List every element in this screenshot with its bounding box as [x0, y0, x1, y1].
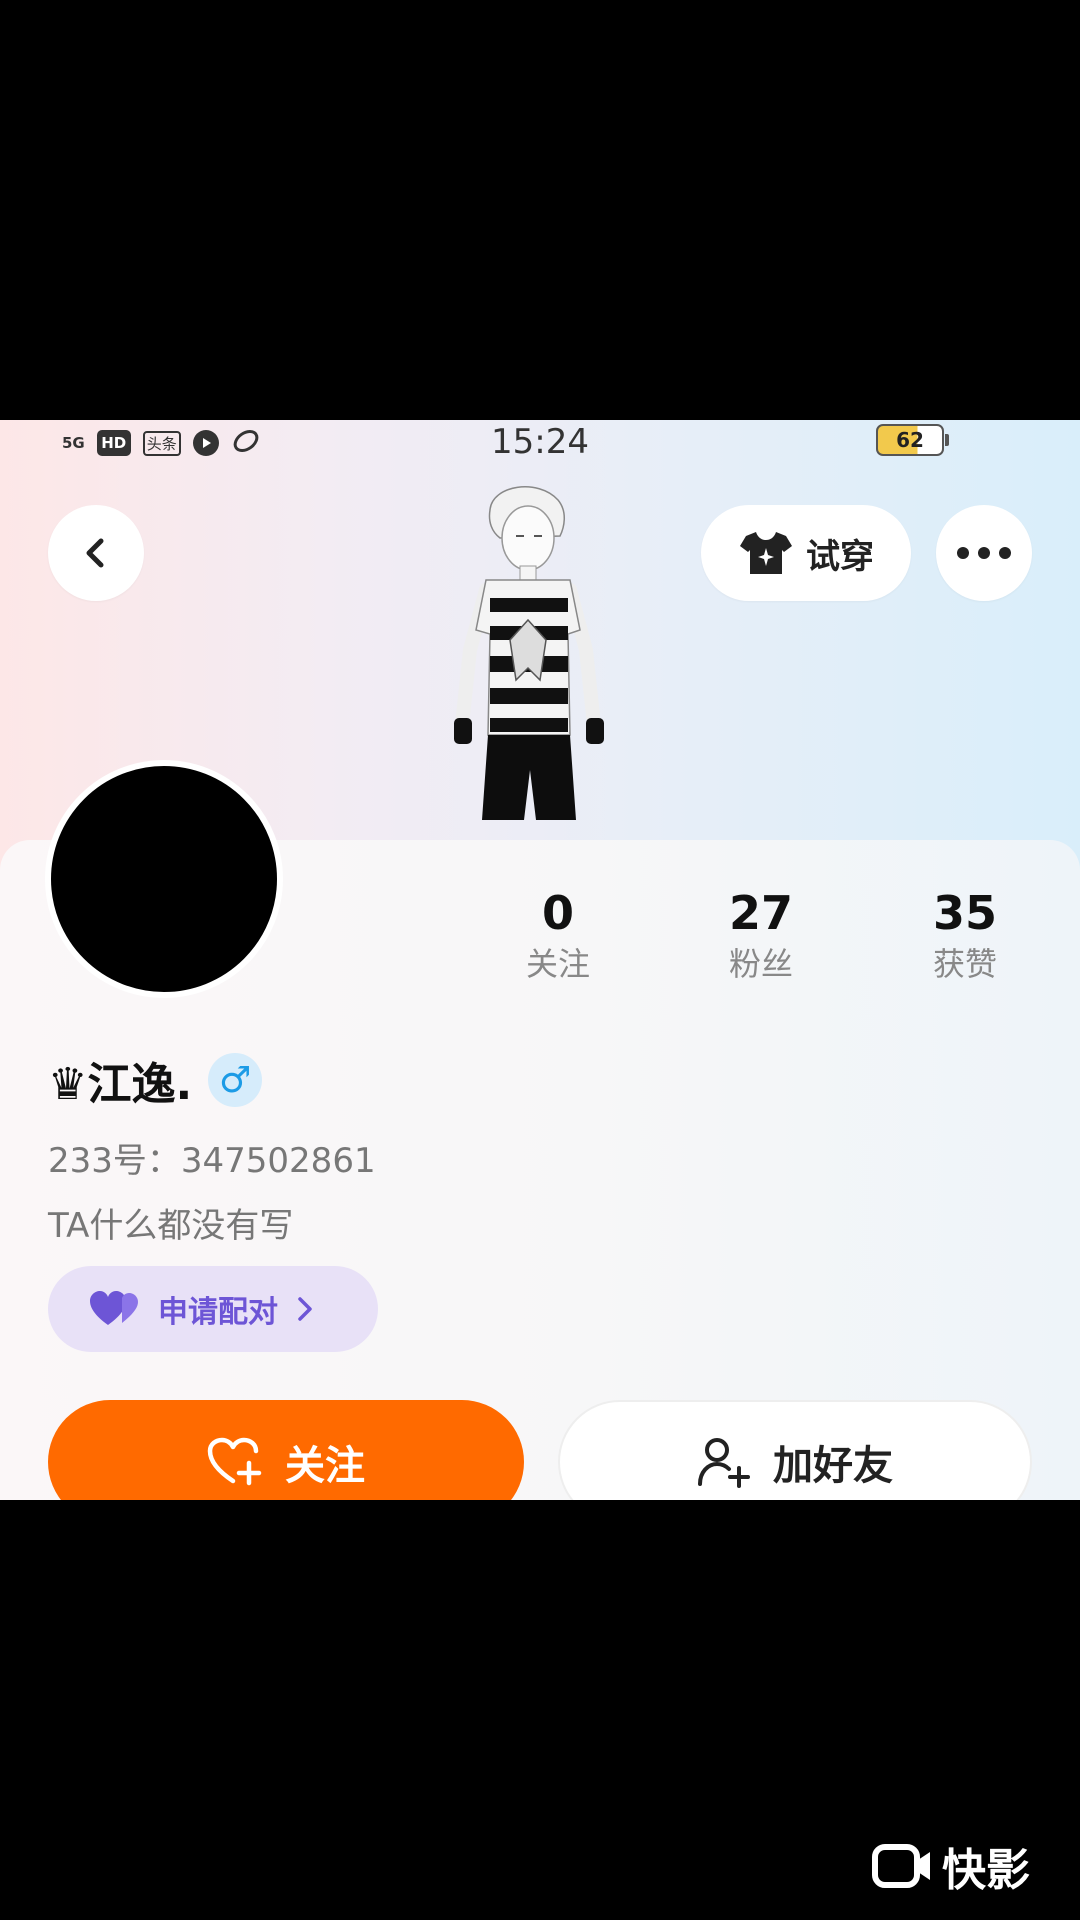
follow-button[interactable]: 关注	[48, 1400, 524, 1500]
avatar[interactable]	[45, 760, 283, 998]
stat-followers-label: 粉丝	[728, 945, 793, 983]
username: ♛江逸.	[48, 1059, 193, 1110]
tryon-button[interactable]: 试穿	[701, 505, 911, 601]
add-friend-button[interactable]: 加好友	[558, 1400, 1032, 1500]
stat-likes-label: 获赞	[932, 945, 997, 983]
tshirt-icon	[740, 532, 792, 574]
tryon-label: 试穿	[806, 536, 874, 577]
back-arrow-icon	[86, 538, 104, 568]
kuaiying-watermark: 快影	[872, 1834, 1030, 1898]
follow-label: 关注	[285, 1443, 365, 1489]
stat-following[interactable]: 0 关注	[488, 885, 628, 987]
app-screen: 5G HD 头条 15:24 62 试穿 0 关注 27 粉丝 35 获赞 ♛江…	[0, 420, 1080, 1500]
stat-following-value: 0	[541, 886, 574, 940]
stat-following-label: 关注	[525, 945, 590, 983]
apply-pair-label: 申请配对	[158, 1295, 278, 1330]
battery-indicator: 62	[876, 424, 949, 456]
male-icon: ♂	[208, 1053, 263, 1107]
chevron-right-icon	[298, 1297, 312, 1321]
double-heart-icon	[90, 1291, 138, 1325]
more-dots-icon	[957, 547, 1011, 559]
bio-text: TA什么都没有写	[48, 1206, 294, 1246]
back-button[interactable]	[48, 505, 144, 601]
add-friend-label: 加好友	[773, 1443, 893, 1489]
status-bar: 5G HD 头条 15:24 62	[0, 420, 1080, 464]
stat-likes-value: 35	[932, 886, 997, 940]
add-user-icon	[698, 1438, 750, 1488]
stat-likes[interactable]: 35 获赞	[895, 885, 1035, 987]
video-camera-icon	[872, 1844, 930, 1888]
name-row: ♛江逸. ♂	[48, 1048, 263, 1112]
user-id: 233号：347502861	[48, 1141, 376, 1181]
watermark-label: 快影	[942, 1845, 1030, 1896]
more-button[interactable]	[936, 505, 1032, 601]
stat-followers[interactable]: 27 粉丝	[691, 885, 831, 987]
stat-followers-value: 27	[728, 886, 793, 940]
virtual-avatar-figure[interactable]	[430, 480, 630, 820]
apply-pair-button[interactable]: 申请配对	[48, 1266, 378, 1352]
heart-plus-icon	[207, 1437, 262, 1486]
